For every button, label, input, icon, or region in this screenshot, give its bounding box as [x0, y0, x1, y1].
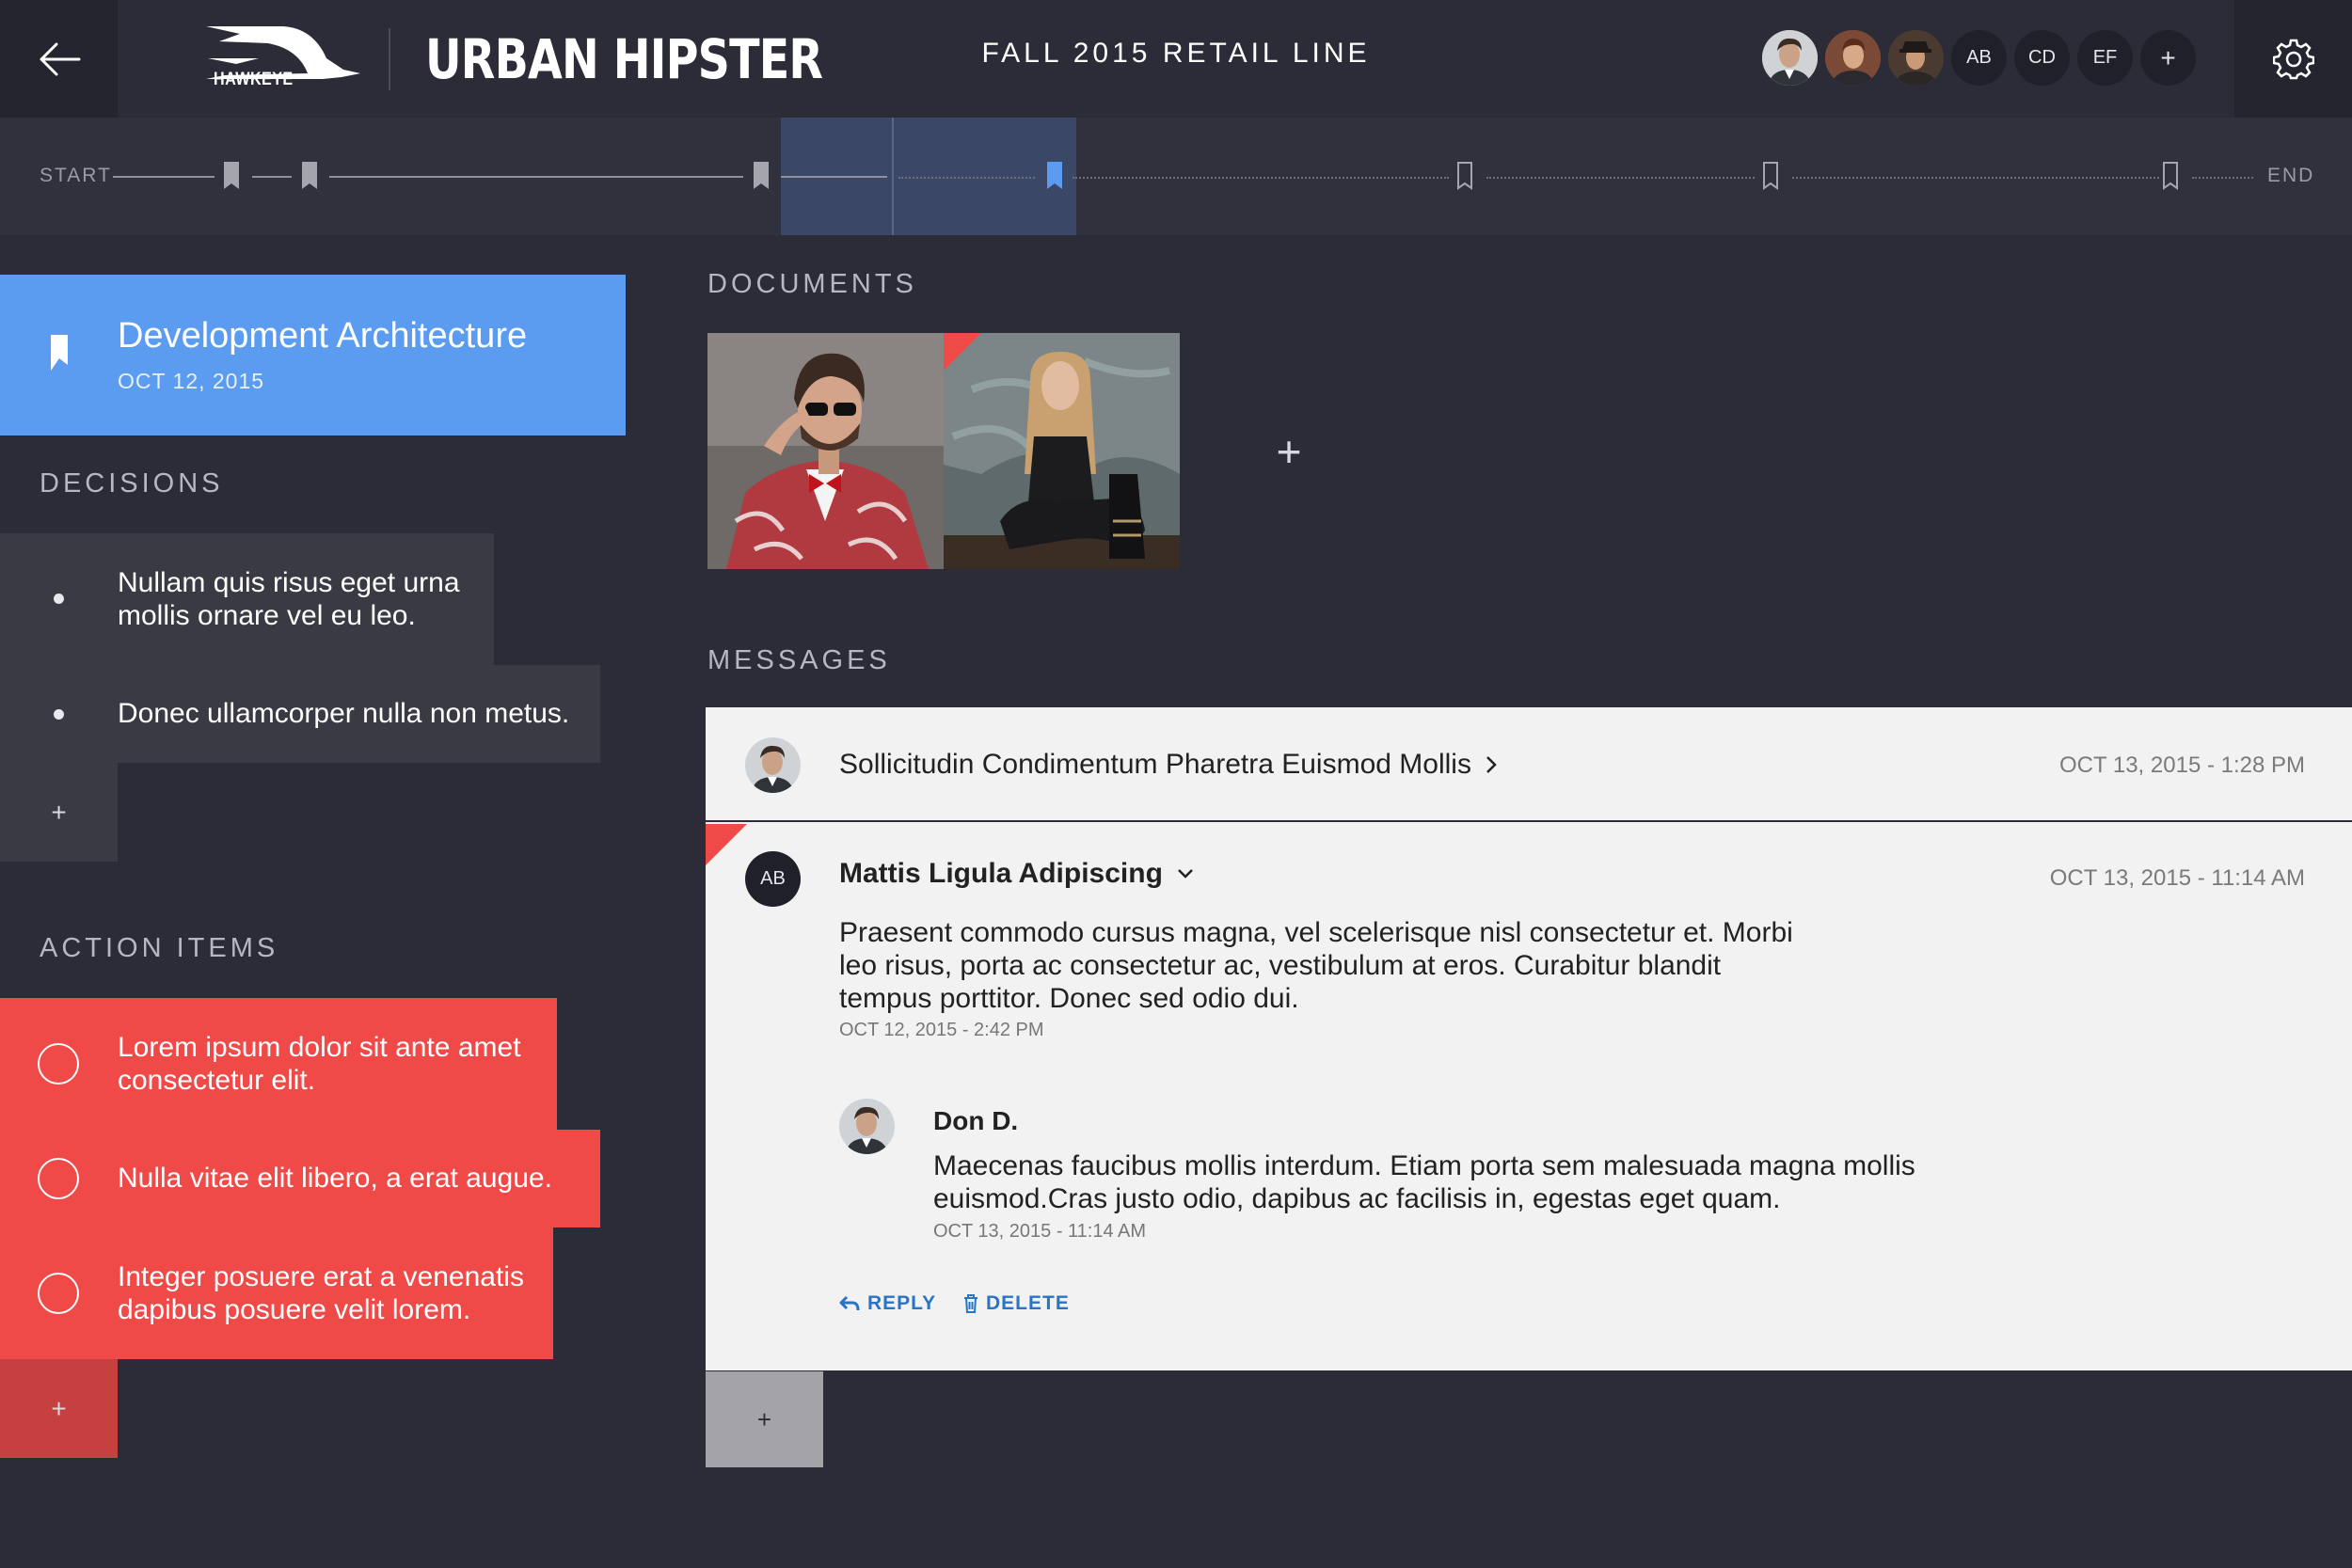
milestone-title: Development Architecture [118, 316, 528, 356]
hawkeye-logo: HAWKEYE [202, 21, 362, 98]
message-author-name: Mattis Ligula Adipiscing [839, 858, 1163, 889]
add-message-button[interactable]: + [706, 1371, 823, 1467]
timeline-start-label: START [40, 165, 112, 186]
thread-title[interactable]: Sollicitudin Condimentum Pharetra Euismo… [839, 749, 1498, 781]
decision-text: Nullam quis risus eget urna mollis ornar… [118, 567, 460, 631]
timeline-future-segment [1073, 177, 1449, 179]
timeline-segment [252, 176, 292, 178]
timeline-future-segment [1792, 177, 2159, 179]
reply-button-label: REPLY [867, 1292, 937, 1314]
timeline-segment [329, 176, 743, 178]
thread-header[interactable]: Sollicitudin Condimentum Pharetra Euismo… [706, 707, 2352, 822]
trash-icon [964, 1294, 977, 1313]
add-document-button[interactable]: + [1261, 423, 1317, 480]
decision-item[interactable]: Donec ullamcorper nulla non metus. [0, 665, 600, 763]
settings-button[interactable] [2234, 0, 2352, 118]
reply-date: OCT 13, 2015 - 11:14 AM [933, 1221, 1147, 1242]
unread-corner-indicator [944, 333, 981, 371]
action-items-heading: ACTION ITEMS [40, 933, 279, 963]
milestone-flag-outline-icon[interactable] [1456, 161, 1473, 197]
reply-author-avatar [839, 1099, 895, 1154]
milestone-flag-selected-icon[interactable] [1046, 161, 1063, 197]
back-button[interactable] [0, 0, 118, 118]
action-item[interactable]: Lorem ipsum dolor sit ante amet consecte… [0, 998, 557, 1130]
milestone-flag-outline-icon[interactable] [1762, 161, 1779, 197]
document-list [707, 333, 1180, 569]
action-item[interactable]: Nulla vitae elit libero, a erat augue. [0, 1130, 600, 1227]
collaborator-avatar[interactable] [1825, 30, 1881, 86]
action-item-text: Lorem ipsum dolor sit ante amet consecte… [118, 1032, 521, 1096]
person-photo-icon [839, 1099, 895, 1154]
milestone-flag-icon[interactable] [223, 161, 240, 197]
decision-item[interactable]: Nullam quis risus eget urna mollis ornar… [0, 533, 494, 665]
collaborator-avatar-ef[interactable]: EF [2077, 30, 2133, 86]
person-photo-icon [745, 737, 801, 793]
timeline-segment [781, 176, 887, 178]
app-header: HAWKEYE URBAN HIPSTER FALL 2015 RETAIL L… [0, 0, 2352, 118]
fashion-photo-man [707, 333, 944, 569]
milestone-flag-icon[interactable] [301, 161, 318, 197]
gear-icon [2272, 39, 2314, 79]
logo-text: HAWKEYE [214, 70, 294, 89]
delete-button-label: DELETE [986, 1292, 1070, 1314]
document-thumbnail[interactable] [707, 333, 944, 569]
messages-heading: MESSAGES [707, 645, 891, 675]
decision-text: Donec ullamcorper nulla non metus. [118, 698, 570, 729]
timeline-future-segment [2192, 177, 2253, 179]
milestone-flag-icon [51, 335, 68, 371]
reply-arrow-icon [839, 1295, 860, 1311]
collaborator-avatar[interactable] [1888, 30, 1944, 86]
collaborator-avatar[interactable] [1762, 30, 1818, 86]
logo-divider [389, 28, 390, 90]
add-collaborator-button[interactable]: + [2140, 30, 2196, 86]
person-photo-icon [1825, 30, 1881, 86]
timeline-end-label: END [2267, 165, 2315, 186]
milestone-flag-icon[interactable] [753, 161, 770, 197]
checkbox-circle-icon[interactable] [38, 1158, 79, 1199]
documents-heading: DOCUMENTS [707, 269, 917, 299]
checkbox-circle-icon[interactable] [38, 1273, 79, 1314]
reply-button[interactable]: REPLY [839, 1292, 936, 1315]
action-item-text: Integer posuere erat a venenatis dapibus… [118, 1261, 524, 1325]
brand-name: URBAN HIPSTER [425, 27, 823, 91]
message-date: OCT 12, 2015 - 2:42 PM [839, 1020, 1044, 1040]
bullet-icon [54, 709, 64, 720]
add-decision-button[interactable]: + [0, 763, 118, 862]
timeline-segment [113, 176, 215, 178]
thread-author-avatar [745, 737, 801, 793]
message-author[interactable]: Mattis Ligula Adipiscing [839, 858, 1195, 890]
message-thread-panel: Sollicitudin Condimentum Pharetra Euismo… [706, 707, 2352, 1370]
milestone-date: OCT 12, 2015 [118, 369, 265, 393]
add-action-item-button[interactable]: + [0, 1359, 118, 1458]
person-photo-icon [1762, 30, 1818, 86]
message-timestamp: OCT 13, 2015 - 11:14 AM [2049, 865, 2305, 891]
action-item-text: Nulla vitae elit libero, a erat augue. [118, 1163, 552, 1194]
timeline-today-line [892, 118, 894, 235]
document-thumbnail-unread[interactable] [944, 333, 1180, 569]
reply-author: Don D. [933, 1106, 1019, 1135]
action-item[interactable]: Integer posuere erat a venenatis dapibus… [0, 1227, 553, 1359]
selected-milestone-card[interactable]: Development Architecture OCT 12, 2015 [0, 275, 626, 436]
bullet-icon [54, 594, 64, 604]
message-body: Praesent commodo cursus magna, vel scele… [839, 917, 1793, 1014]
timeline-future-segment [898, 177, 1035, 179]
reply-body: Maecenas faucibus mollis interdum. Etiam… [933, 1150, 1915, 1214]
checkbox-circle-icon[interactable] [38, 1043, 79, 1085]
collaborator-list: AB CD EF + [1762, 30, 2196, 86]
thread-title-text: Sollicitudin Condimentum Pharetra Euismo… [839, 749, 1471, 780]
person-photo-icon [1888, 30, 1944, 86]
chevron-down-icon [1178, 869, 1193, 879]
collaborator-avatar-cd[interactable]: CD [2014, 30, 2070, 86]
decisions-heading: DECISIONS [40, 468, 224, 499]
chevron-right-icon [1486, 756, 1497, 773]
milestone-flag-outline-icon[interactable] [2162, 161, 2179, 197]
thread-timestamp: OCT 13, 2015 - 1:28 PM [2058, 752, 2305, 778]
timeline-future-segment [1486, 177, 1755, 179]
message-author-avatar: AB [745, 851, 801, 907]
delete-button[interactable]: DELETE [963, 1292, 1070, 1315]
unread-corner-indicator [706, 824, 747, 865]
project-timeline: START END [0, 118, 2352, 235]
collaborator-avatar-ab[interactable]: AB [1951, 30, 2007, 86]
arrow-left-icon [40, 42, 80, 75]
